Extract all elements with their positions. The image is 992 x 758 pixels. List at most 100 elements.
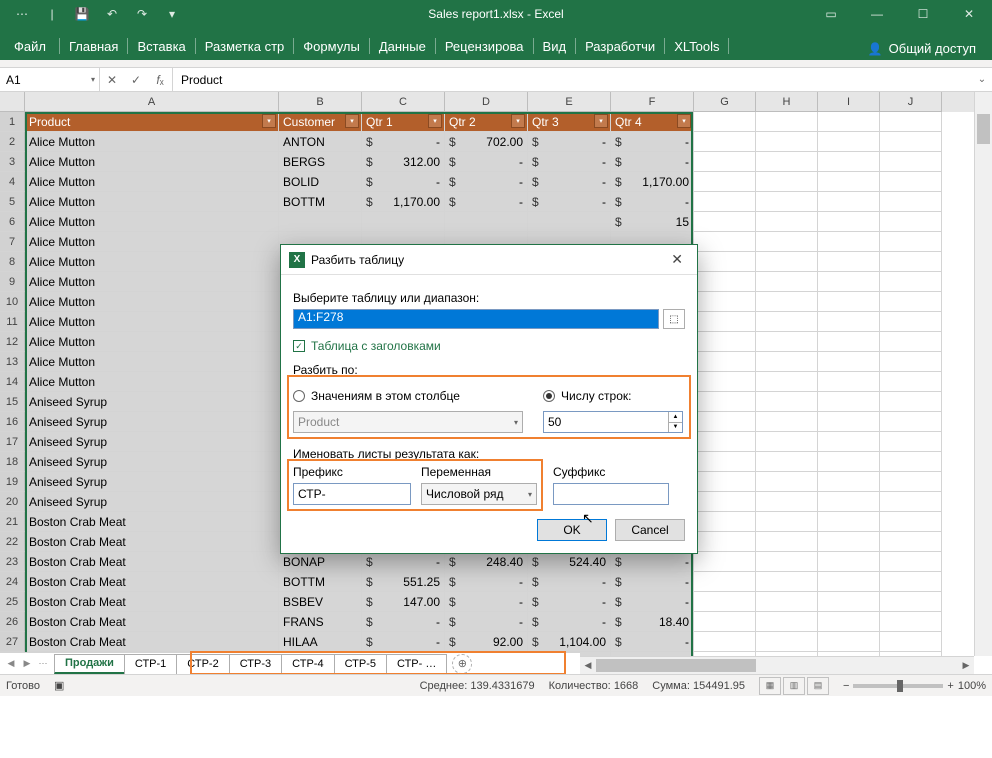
cell[interactable] — [694, 592, 756, 612]
cell[interactable] — [818, 272, 880, 292]
cell[interactable] — [694, 552, 756, 572]
cell[interactable]: Alice Mutton — [25, 272, 279, 292]
cell[interactable] — [818, 252, 880, 272]
cell[interactable]: $- — [362, 172, 445, 192]
cell[interactable]: FRANS — [279, 612, 362, 632]
cell[interactable] — [880, 552, 942, 572]
cell[interactable]: BOLID — [279, 172, 362, 192]
cell[interactable]: Aniseed Syrup — [25, 392, 279, 412]
header-cell[interactable] — [756, 112, 818, 132]
horizontal-scrollbar[interactable]: ◀▶ — [580, 656, 974, 674]
rows-count-input[interactable]: 50 ▲▼ — [543, 411, 683, 433]
ribbon-tab[interactable]: Разработчи — [577, 33, 663, 60]
cell[interactable]: $1,170.00 — [362, 192, 445, 212]
row-header[interactable]: 21 — [0, 512, 25, 532]
sheet-tab[interactable]: СТР-4 — [281, 654, 334, 674]
cell[interactable]: $- — [362, 552, 445, 572]
header-cell[interactable]: Customer▾ — [279, 112, 362, 132]
cell[interactable] — [818, 232, 880, 252]
cell[interactable]: $147.00 — [362, 592, 445, 612]
row-header[interactable]: 2 — [0, 132, 25, 152]
row-header[interactable]: 8 — [0, 252, 25, 272]
headers-checkbox[interactable]: ✓Таблица с заголовками — [293, 339, 685, 353]
cell[interactable] — [756, 572, 818, 592]
cell[interactable] — [756, 432, 818, 452]
row-header[interactable]: 15 — [0, 392, 25, 412]
sheet-tab[interactable]: СТР-5 — [334, 654, 387, 674]
cell[interactable] — [818, 492, 880, 512]
cell[interactable] — [756, 292, 818, 312]
formula-input[interactable]: Product — [173, 68, 972, 91]
cell[interactable] — [818, 572, 880, 592]
cell[interactable]: Alice Mutton — [25, 152, 279, 172]
close-icon[interactable]: ✕ — [946, 0, 992, 28]
cell[interactable] — [528, 212, 611, 232]
cell[interactable]: $- — [528, 612, 611, 632]
cell[interactable]: Boston Crab Meat — [25, 592, 279, 612]
cell[interactable] — [756, 392, 818, 412]
cell[interactable] — [756, 472, 818, 492]
cell[interactable]: $- — [611, 592, 694, 612]
cell[interactable]: $524.40 — [528, 552, 611, 572]
cell[interactable] — [756, 152, 818, 172]
cell[interactable]: BSBEV — [279, 592, 362, 612]
range-picker-icon[interactable]: ⬚ — [663, 309, 685, 329]
row-header[interactable]: 22 — [0, 532, 25, 552]
column-header[interactable]: C — [362, 92, 445, 112]
sheet-nav-first-icon[interactable]: ◀ — [4, 658, 18, 669]
ribbon-tab[interactable]: XLTools — [666, 33, 727, 60]
filter-icon[interactable]: ▾ — [511, 114, 525, 128]
column-header[interactable]: B — [279, 92, 362, 112]
ribbon-tab[interactable]: Разметка стр — [197, 33, 292, 60]
cell[interactable] — [880, 192, 942, 212]
cell[interactable] — [880, 172, 942, 192]
view-normal-icon[interactable]: ▦ — [759, 677, 781, 695]
cell[interactable] — [445, 212, 528, 232]
header-cell[interactable]: Qtr 3▾ — [528, 112, 611, 132]
cell[interactable]: $92.00 — [445, 632, 528, 652]
cell[interactable] — [279, 212, 362, 232]
zoom-control[interactable]: − + 100% — [843, 680, 986, 692]
cell[interactable]: $15 — [611, 212, 694, 232]
cell[interactable]: $- — [528, 192, 611, 212]
cell[interactable] — [818, 392, 880, 412]
cell[interactable]: Alice Mutton — [25, 172, 279, 192]
header-cell[interactable]: Qtr 4▾ — [611, 112, 694, 132]
cell[interactable] — [880, 152, 942, 172]
cell[interactable]: Alice Mutton — [25, 292, 279, 312]
ribbon-tab[interactable]: Данные — [371, 33, 434, 60]
cell[interactable] — [694, 512, 756, 532]
cell[interactable]: Alice Mutton — [25, 132, 279, 152]
cell[interactable]: Boston Crab Meat — [25, 552, 279, 572]
column-header[interactable]: D — [445, 92, 528, 112]
cell[interactable] — [756, 212, 818, 232]
cell[interactable] — [818, 132, 880, 152]
cell[interactable] — [694, 492, 756, 512]
cell[interactable] — [756, 552, 818, 572]
file-tab[interactable]: Файл — [6, 33, 58, 60]
ribbon-options-icon[interactable]: ▭ — [808, 0, 854, 28]
zoom-in-icon[interactable]: + — [947, 680, 953, 692]
row-header[interactable]: 23 — [0, 552, 25, 572]
fx-icon[interactable]: fₓ — [148, 73, 172, 87]
radio-by-column[interactable]: Значениям в этом столбце — [293, 389, 523, 403]
row-header[interactable]: 7 — [0, 232, 25, 252]
cell[interactable] — [756, 132, 818, 152]
cell[interactable]: $- — [528, 152, 611, 172]
cell[interactable]: $1,104.00 — [528, 632, 611, 652]
name-box[interactable]: A1 — [0, 68, 100, 91]
cell[interactable] — [756, 532, 818, 552]
row-header[interactable]: 20 — [0, 492, 25, 512]
zoom-level[interactable]: 100% — [958, 680, 986, 692]
filter-icon[interactable]: ▾ — [345, 114, 359, 128]
header-cell[interactable] — [694, 112, 756, 132]
dialog-close-icon[interactable]: ✕ — [665, 251, 689, 268]
row-header[interactable]: 6 — [0, 212, 25, 232]
qat-customize-icon[interactable]: ▾ — [158, 2, 186, 26]
cell[interactable]: Aniseed Syrup — [25, 412, 279, 432]
cell[interactable] — [880, 392, 942, 412]
cell[interactable]: BONAP — [279, 552, 362, 572]
row-header[interactable]: 5 — [0, 192, 25, 212]
redo-icon[interactable]: ↷ — [128, 2, 156, 26]
cell[interactable]: Boston Crab Meat — [25, 572, 279, 592]
